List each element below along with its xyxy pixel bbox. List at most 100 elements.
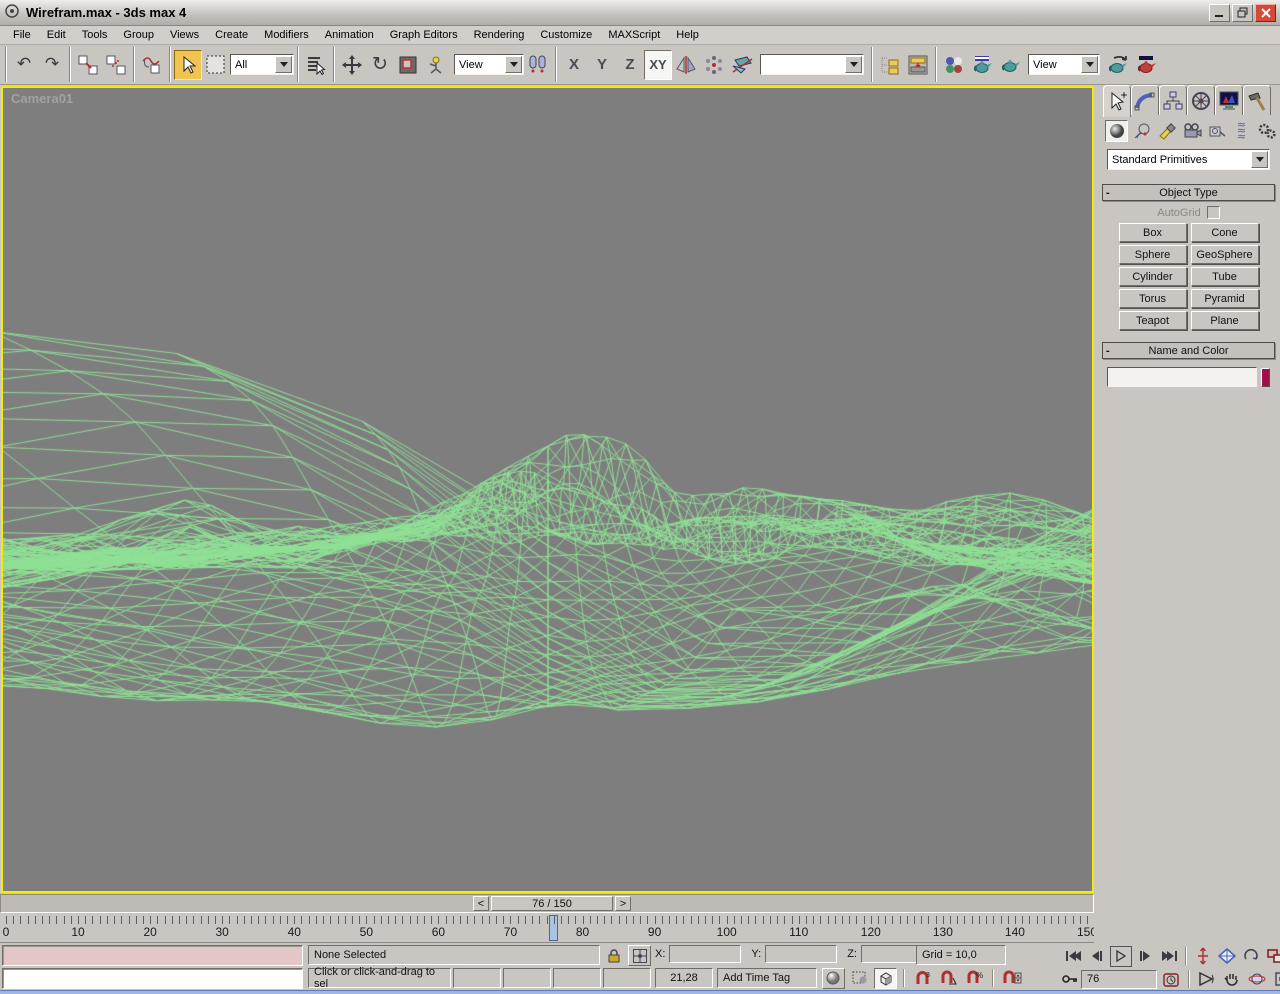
tab-hierarchy-icon[interactable] [1159, 85, 1187, 115]
open-schematic-view-icon[interactable] [904, 50, 932, 80]
object-type-button[interactable]: Cone [1190, 223, 1259, 242]
object-type-button[interactable]: Teapot [1118, 311, 1187, 330]
name-color-rollout-header[interactable]: - Name and Color [1102, 342, 1275, 359]
object-type-button[interactable]: Torus [1118, 289, 1187, 308]
menu-item[interactable]: Group [115, 27, 162, 43]
collapse-icon[interactable]: - [1106, 345, 1110, 357]
menu-item[interactable]: MAXScript [600, 27, 668, 43]
next-frame-icon[interactable] [1134, 946, 1156, 967]
quick-render-icon[interactable] [1132, 50, 1160, 80]
category-cameras-icon[interactable] [1180, 120, 1203, 142]
object-type-button[interactable]: Cylinder [1118, 267, 1187, 286]
select-object-icon[interactable] [174, 49, 202, 80]
array-icon[interactable] [700, 50, 728, 80]
menu-item[interactable]: Animation [317, 27, 382, 43]
category-space-warps-icon[interactable]: ≈ ≈ ≈ [1230, 119, 1253, 142]
current-frame-field[interactable]: 76 [1081, 969, 1157, 989]
absolute-transform-icon[interactable] [628, 945, 651, 966]
select-and-link-icon[interactable] [74, 50, 102, 80]
perspective-icon[interactable] [1216, 946, 1238, 967]
time-slider-label[interactable]: 76 / 150 [491, 896, 613, 911]
play-animation-icon[interactable] [1110, 945, 1132, 967]
y-coordinate-input[interactable] [765, 945, 838, 963]
toolbar-grip[interactable] [5, 47, 7, 82]
tab-motion-icon[interactable] [1187, 85, 1215, 115]
tab-utilities-icon[interactable] [1243, 85, 1271, 115]
dropdown-arrow-icon[interactable] [275, 56, 292, 73]
menu-item[interactable]: File [5, 27, 39, 43]
menu-item[interactable]: Create [207, 27, 256, 43]
open-track-view-icon[interactable] [876, 50, 904, 80]
category-systems-icon[interactable] [1255, 120, 1278, 142]
spinner-snap-magnet-icon[interactable] [1000, 967, 1023, 989]
category-lights-icon[interactable] [1155, 120, 1178, 142]
time-slider-track[interactable]: < 76 / 150 > [0, 894, 1094, 913]
dropdown-arrow-icon[interactable] [505, 56, 522, 73]
select-and-rotate-icon[interactable]: ↻ [366, 50, 394, 80]
min-max-viewport-toggle-icon[interactable] [1271, 969, 1280, 990]
minimize-button[interactable] [1209, 3, 1230, 22]
snap-toggle-cube-icon[interactable] [874, 967, 897, 989]
maxscript-mini-listener-white[interactable] [2, 968, 303, 989]
maxscript-mini-listener-pink[interactable] [2, 945, 303, 966]
selection-filter-dropdown[interactable]: All [230, 54, 294, 75]
mirror-icon[interactable] [672, 50, 700, 80]
go-to-start-icon[interactable] [1062, 946, 1084, 967]
autogrid-checkbox[interactable] [1206, 206, 1220, 219]
restrict-x-button[interactable]: X [560, 50, 588, 80]
object-type-button[interactable]: Plane [1190, 311, 1259, 330]
previous-frame-icon[interactable] [1086, 946, 1108, 967]
go-to-end-icon[interactable] [1158, 946, 1180, 967]
restrict-y-button[interactable]: Y [588, 50, 616, 80]
select-by-name-icon[interactable] [302, 50, 330, 80]
camera-viewport[interactable]: Camera01 Z y x [1, 86, 1094, 964]
object-type-button[interactable]: Box [1118, 223, 1187, 242]
dolly-camera-icon[interactable] [1192, 946, 1214, 967]
dropdown-arrow-icon[interactable] [845, 56, 862, 73]
coordinate-system-dropdown[interactable]: View [454, 54, 524, 75]
percent-snap-magnet-icon[interactable]: % [963, 967, 986, 989]
time-configuration-icon[interactable] [1160, 969, 1182, 990]
menu-item[interactable]: Rendering [466, 27, 533, 43]
key-mode-toggle-icon[interactable] [1062, 969, 1078, 990]
next-frame-arrow[interactable]: > [615, 896, 631, 911]
angle-snap-magnet-icon[interactable] [937, 967, 960, 989]
dropdown-arrow-icon[interactable] [1081, 56, 1098, 73]
select-and-move-icon[interactable] [338, 50, 366, 80]
category-helpers-icon[interactable] [1205, 120, 1228, 142]
material-editor-icon[interactable] [940, 50, 968, 80]
subcategory-dropdown[interactable]: Standard Primitives [1107, 149, 1270, 170]
object-type-button[interactable]: Sphere [1118, 245, 1187, 264]
selection-lock-icon[interactable] [606, 945, 622, 966]
unlink-selection-icon[interactable] [102, 50, 130, 80]
rectangular-selection-region-icon[interactable] [202, 50, 230, 80]
object-type-button[interactable]: GeoSphere [1190, 245, 1259, 264]
menu-item[interactable]: Edit [39, 27, 74, 43]
roll-camera-icon[interactable] [1240, 946, 1262, 967]
zoom-extents-all-icon[interactable] [1264, 946, 1280, 967]
x-coordinate-input[interactable] [669, 945, 742, 963]
select-and-manipulate-icon[interactable] [422, 50, 450, 80]
restrict-xy-plane-button[interactable]: XY [644, 49, 672, 80]
undo-icon[interactable]: ↶ [10, 50, 38, 80]
orbit-camera-icon[interactable] [1246, 969, 1268, 990]
render-type-icon[interactable] [996, 50, 1024, 80]
render-type-dropdown[interactable]: View [1028, 54, 1100, 75]
use-pivot-point-icon[interactable] [524, 50, 552, 80]
dropdown-arrow-icon[interactable] [1251, 151, 1268, 168]
restrict-z-button[interactable]: Z [616, 50, 644, 80]
tab-display-icon[interactable] [1215, 85, 1243, 115]
category-shapes-icon[interactable] [1130, 120, 1153, 142]
tab-modify-icon[interactable] [1131, 85, 1159, 115]
add-time-tag-button[interactable]: Add Time Tag [717, 968, 817, 988]
menu-item[interactable]: Views [162, 27, 207, 43]
object-color-swatch[interactable] [1261, 367, 1270, 387]
menu-item[interactable]: Modifiers [256, 27, 317, 43]
viewport-label[interactable]: Camera01 [11, 91, 73, 106]
object-type-button[interactable]: Tube [1190, 267, 1259, 286]
render-last-icon[interactable] [1104, 50, 1132, 80]
close-button[interactable] [1255, 3, 1276, 22]
bind-to-space-warp-icon[interactable] [138, 50, 166, 80]
previous-frame-arrow[interactable]: < [473, 896, 489, 911]
render-scene-icon[interactable] [968, 50, 996, 80]
